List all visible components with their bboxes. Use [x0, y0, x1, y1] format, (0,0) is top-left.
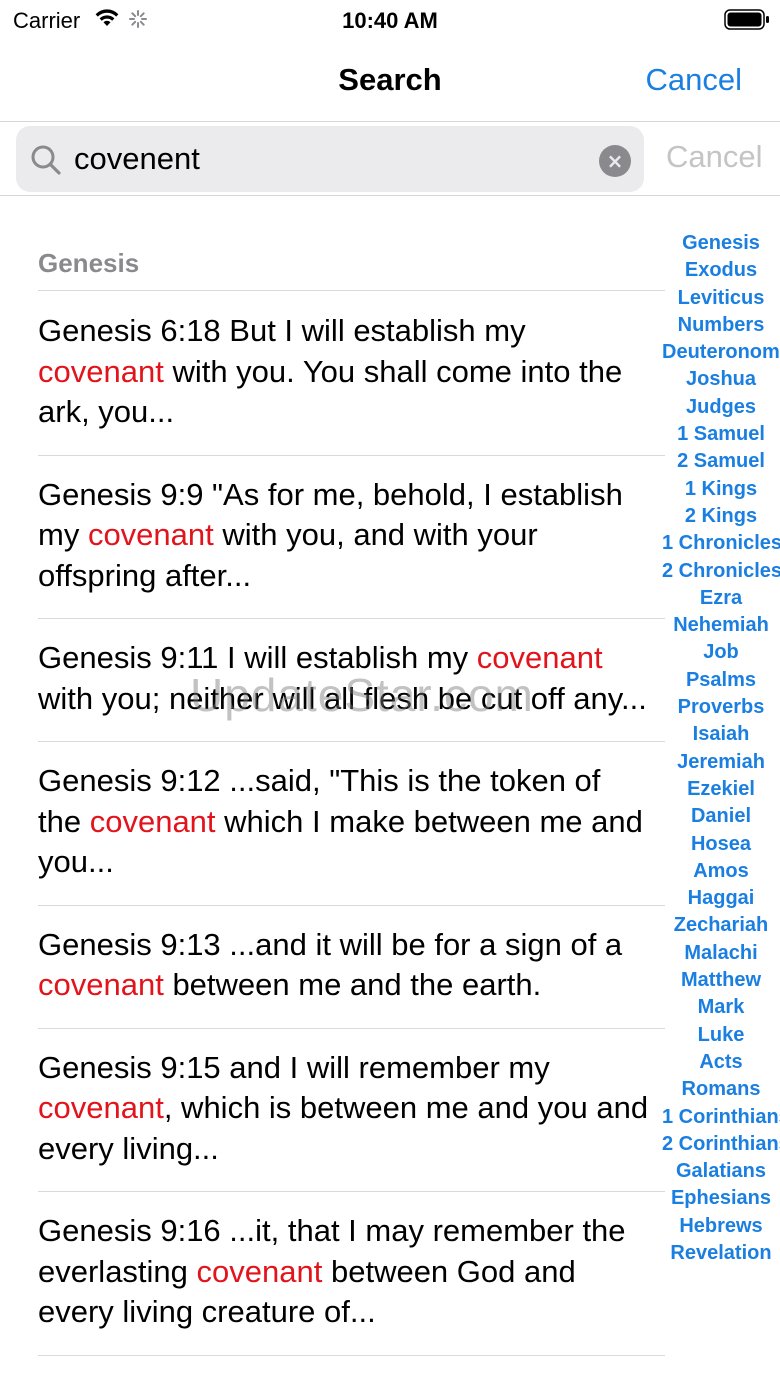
index-item[interactable]: 1 Samuel	[662, 421, 780, 448]
index-item[interactable]: Hebrews	[662, 1213, 780, 1240]
highlighted-term: covenant	[38, 967, 164, 1002]
index-item[interactable]: Amos	[662, 858, 780, 885]
list-item[interactable]: Genesis 9:12 ...said, "This is the token…	[0, 741, 665, 906]
status-time: 10:40 AM	[342, 8, 438, 33]
index-item[interactable]: Nehemiah	[662, 612, 780, 639]
index-item[interactable]: Mark	[662, 994, 780, 1021]
index-item[interactable]: Deuteronomy	[662, 339, 780, 366]
highlighted-term: covenant	[87, 517, 214, 552]
index-item[interactable]: Romans	[662, 1076, 780, 1103]
index-item[interactable]: Genesis	[662, 230, 780, 257]
result-text: Genesis 9:13 ...and it will be for a sig…	[38, 926, 623, 1003]
status-bar: Carrier 10:40 AM	[0, 0, 780, 40]
index-item[interactable]: 1 Kings	[662, 476, 780, 503]
index-item[interactable]: 2 Corinthians	[662, 1131, 780, 1158]
index-item[interactable]: Ezekiel	[662, 776, 780, 803]
index-item[interactable]: Malachi	[662, 940, 780, 967]
section-index[interactable]: Genesis Exodus Leviticus Numbers Deuteronomy…	[662, 230, 780, 1267]
index-item[interactable]: Revelation	[662, 1240, 780, 1267]
index-item[interactable]: Luke	[662, 1022, 780, 1049]
index-item[interactable]: Acts	[662, 1049, 780, 1076]
highlighted-term: covenant	[476, 640, 603, 675]
result-text: Genesis 9:16 ...it, that I may remember …	[38, 1213, 626, 1329]
index-item[interactable]: Job	[662, 639, 780, 666]
index-item[interactable]: Matthew	[662, 967, 780, 994]
index-item[interactable]: Exodus	[662, 257, 780, 284]
index-item[interactable]: Haggai	[662, 885, 780, 912]
list-item[interactable]: Genesis 6:18 But I will establish my cov…	[0, 291, 665, 456]
battery-icon	[724, 9, 769, 30]
clear-icon[interactable]: ×	[599, 145, 631, 177]
index-item[interactable]: Psalms	[662, 667, 780, 694]
list-item[interactable]: Genesis 9:16 ...it, that I may remember …	[0, 1191, 665, 1356]
index-item[interactable]: Proverbs	[662, 694, 780, 721]
index-item[interactable]: Ephesians	[662, 1185, 780, 1212]
index-item[interactable]: Daniel	[662, 803, 780, 830]
result-text: Genesis 9:11 I will establish my covenan…	[38, 640, 647, 716]
index-item[interactable]: 1 Chronicles	[662, 530, 780, 557]
index-item[interactable]: Judges	[662, 394, 780, 421]
index-item[interactable]: Leviticus	[662, 285, 780, 312]
index-item[interactable]: Joshua	[662, 366, 780, 393]
search-icon	[31, 145, 61, 175]
index-item[interactable]: Ezra	[662, 585, 780, 612]
index-item[interactable]: Isaiah	[662, 721, 780, 748]
result-text: Genesis 9:15 and I will remember my cove…	[38, 1049, 649, 1166]
index-item[interactable]: 2 Chronicles	[662, 558, 780, 585]
highlighted-term: covenant	[38, 353, 164, 389]
search-bar: × Cancel	[0, 122, 780, 196]
index-item[interactable]: 2 Samuel	[662, 448, 780, 475]
index-item[interactable]: Zechariah	[662, 912, 780, 939]
list-item[interactable]: Genesis 9:11 I will establish my covenan…	[0, 618, 665, 742]
index-item[interactable]: Galatians	[662, 1158, 780, 1185]
section-header: Genesis	[38, 248, 140, 278]
highlighted-term: covenant	[89, 803, 216, 839]
navigation-bar: Search Cancel	[0, 40, 780, 122]
nav-cancel-button[interactable]: Cancel	[646, 62, 743, 98]
result-rows: Genesis 6:18 But I will establish my cov…	[0, 291, 665, 1356]
index-item[interactable]: 2 Kings	[662, 503, 780, 530]
index-item[interactable]: Hosea	[662, 831, 780, 858]
search-cancel-button[interactable]: Cancel	[666, 139, 763, 175]
search-input[interactable]	[74, 136, 584, 182]
index-item[interactable]: Jeremiah	[662, 749, 780, 776]
index-item[interactable]: 1 Corinthians	[662, 1104, 780, 1131]
list-item[interactable]: Genesis 9:15 and I will remember my cove…	[0, 1028, 665, 1192]
search-field[interactable]: ×	[16, 126, 644, 192]
divider	[38, 1354, 665, 1356]
result-text: Genesis 9:9 "As for me, behold, I establ…	[38, 476, 623, 593]
index-item[interactable]: Numbers	[662, 312, 780, 339]
list-item[interactable]: Genesis 9:13 ...and it will be for a sig…	[0, 905, 665, 1029]
results-list: Genesis Genesis 6:18 But I will establis…	[0, 196, 665, 1387]
highlighted-term: covenant	[38, 1090, 164, 1125]
result-text: Genesis 6:18 But I will establish my cov…	[38, 313, 623, 429]
list-item[interactable]: Genesis 9:9 "As for me, behold, I establ…	[0, 455, 665, 619]
highlighted-term: covenant	[196, 1253, 323, 1289]
result-text: Genesis 9:12 ...said, "This is the token…	[38, 763, 643, 879]
